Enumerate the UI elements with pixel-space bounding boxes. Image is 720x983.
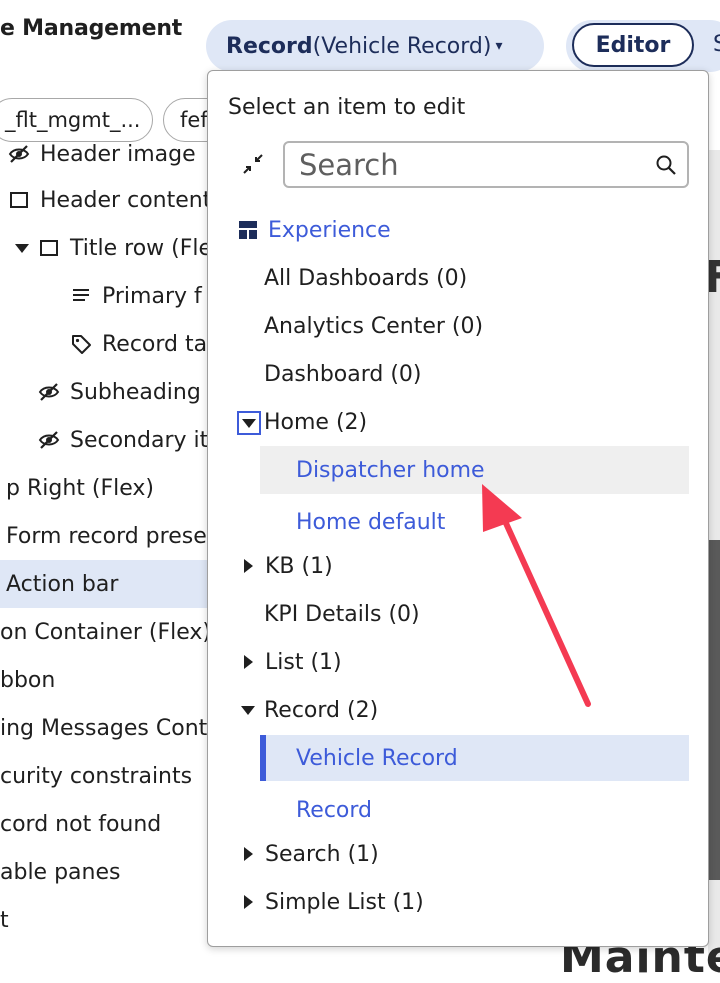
- tree-item[interactable]: on Container (Flex): [0, 608, 210, 656]
- list-item[interactable]: KB (1): [244, 546, 333, 586]
- caret-down-icon[interactable]: [241, 705, 255, 715]
- tree-item[interactable]: t: [0, 896, 210, 944]
- tree-item-label: bbon: [0, 667, 56, 693]
- list-item[interactable]: All Dashboards (0): [264, 258, 467, 298]
- caret-right-icon[interactable]: [244, 847, 253, 861]
- tree-item-label: Secondary it: [70, 427, 209, 453]
- list-item[interactable]: KPI Details (0): [264, 594, 420, 634]
- list-item-record[interactable]: Record (2): [241, 690, 378, 730]
- search-icon[interactable]: [655, 154, 677, 176]
- list-item[interactable]: List (1): [244, 642, 342, 682]
- tree-item-label: p Right (Flex): [6, 475, 154, 501]
- filter-pill-label: _flt_mgmt_...: [5, 108, 141, 132]
- tree-item[interactable]: p Right (Flex): [0, 464, 210, 512]
- dropdown-heading: Select an item to edit: [228, 95, 466, 120]
- caret-down-icon: [242, 418, 256, 428]
- list-item[interactable]: Analytics Center (0): [264, 306, 483, 346]
- eye-slash-icon: [38, 381, 60, 403]
- tree-item-label: Form record prese: [6, 523, 207, 549]
- tree-item-label: Title row (Fle: [70, 235, 210, 261]
- search-input[interactable]: [299, 147, 639, 183]
- tree-item[interactable]: ing Messages Cont: [0, 704, 210, 752]
- eye-slash-icon: [38, 429, 60, 451]
- filter-pill-label: fef: [180, 108, 208, 132]
- text-lines-icon: [70, 285, 92, 307]
- tree-item[interactable]: Primary f: [0, 272, 210, 320]
- tree-item[interactable]: bbon: [0, 656, 210, 704]
- list-item[interactable]: Dashboard (0): [264, 354, 422, 394]
- section-label: Experience: [268, 217, 391, 243]
- record-selector-value: (Vehicle Record): [312, 33, 492, 59]
- layout-grid-icon: [238, 220, 258, 240]
- record-selector-dropdown[interactable]: Record (Vehicle Record) ▾: [206, 20, 544, 72]
- tree-item-label: able panes: [0, 859, 121, 885]
- caret-right-icon[interactable]: [244, 559, 253, 573]
- tree-item[interactable]: curity constraints: [0, 752, 210, 800]
- tree-item-label: Action bar: [6, 571, 119, 597]
- list-item-label: Record (2): [264, 697, 379, 723]
- list-item[interactable]: Search (1): [244, 834, 379, 874]
- chevron-down-icon: ▾: [495, 38, 503, 54]
- tree-item-label: curity constraints: [0, 763, 193, 789]
- tree-item-label: Header image: [40, 141, 196, 167]
- list-subitem[interactable]: Home default: [296, 502, 445, 542]
- tree-item-label: Primary f: [102, 283, 202, 309]
- component-tree: _flt_mgmt_... fef Header image Header co…: [0, 82, 210, 960]
- list-subitem[interactable]: Record: [296, 790, 372, 830]
- list-subitem-selected[interactable]: Vehicle Record: [260, 735, 689, 781]
- tag-icon: [70, 333, 92, 355]
- list-item-label: Analytics Center (0): [264, 313, 484, 339]
- caret-right-icon[interactable]: [244, 655, 253, 669]
- list-subitem-label: Dispatcher home: [296, 457, 485, 483]
- tree-item-label: t: [0, 907, 9, 933]
- list-item-label: List (1): [265, 649, 342, 675]
- tree-item-label: on Container (Flex): [0, 619, 210, 645]
- list-item-label: Home (2): [264, 409, 368, 435]
- search-field: [283, 141, 689, 188]
- list-item-label: Search (1): [265, 841, 379, 867]
- tree-item[interactable]: Header image: [0, 130, 210, 178]
- list-item-home[interactable]: Home (2): [264, 402, 367, 442]
- tree-item-label: Header content: [40, 187, 210, 213]
- canvas-preview-image: [708, 540, 720, 880]
- list-item-label: All Dashboards (0): [264, 265, 468, 291]
- list-item-label: Simple List (1): [265, 889, 424, 915]
- next-mode-button[interactable]: S: [713, 32, 720, 57]
- list-item[interactable]: Simple List (1): [244, 882, 424, 922]
- section-experience[interactable]: Experience: [238, 210, 391, 250]
- list-subitem-label: Vehicle Record: [296, 745, 458, 771]
- tree-item[interactable]: cord not found: [0, 800, 210, 848]
- chevron-down-icon[interactable]: [14, 237, 30, 259]
- eye-slash-icon: [8, 143, 30, 165]
- caret-right-icon[interactable]: [244, 895, 253, 909]
- tree-item[interactable]: Form record prese: [0, 512, 210, 560]
- tree-item-selected[interactable]: Action bar: [0, 560, 210, 608]
- record-selector-type: Record: [226, 33, 313, 59]
- tree-item[interactable]: Record ta: [0, 320, 210, 368]
- tree-item[interactable]: Header content: [0, 176, 210, 224]
- editor-mode-button[interactable]: Editor: [572, 23, 694, 67]
- collapse-icon[interactable]: [240, 151, 266, 177]
- square-icon: [38, 237, 60, 259]
- list-subitem-highlighted[interactable]: Dispatcher home: [260, 446, 689, 494]
- tree-item[interactable]: Subheading: [0, 368, 210, 416]
- item-picker-dropdown: Select an item to edit Experience All Da…: [207, 70, 709, 947]
- list-subitem-label: Home default: [296, 509, 446, 535]
- square-icon: [8, 189, 30, 211]
- tree-item-label: Subheading: [70, 379, 201, 405]
- expand-toggle-home[interactable]: [237, 411, 261, 435]
- list-subitem-label: Record: [296, 797, 373, 823]
- list-item-label: Dashboard (0): [264, 361, 422, 387]
- tree-item[interactable]: Title row (Fle: [0, 224, 210, 272]
- tree-item[interactable]: Secondary it: [0, 416, 210, 464]
- tree-item-label: cord not found: [0, 811, 162, 837]
- tree-item-label: Record ta: [102, 331, 208, 357]
- list-item-label: KB (1): [265, 553, 333, 579]
- tree-item[interactable]: able panes: [0, 848, 210, 896]
- app-title: e Management: [0, 16, 183, 41]
- list-item-label: KPI Details (0): [264, 601, 420, 627]
- tree-item-label: ing Messages Cont: [0, 715, 208, 741]
